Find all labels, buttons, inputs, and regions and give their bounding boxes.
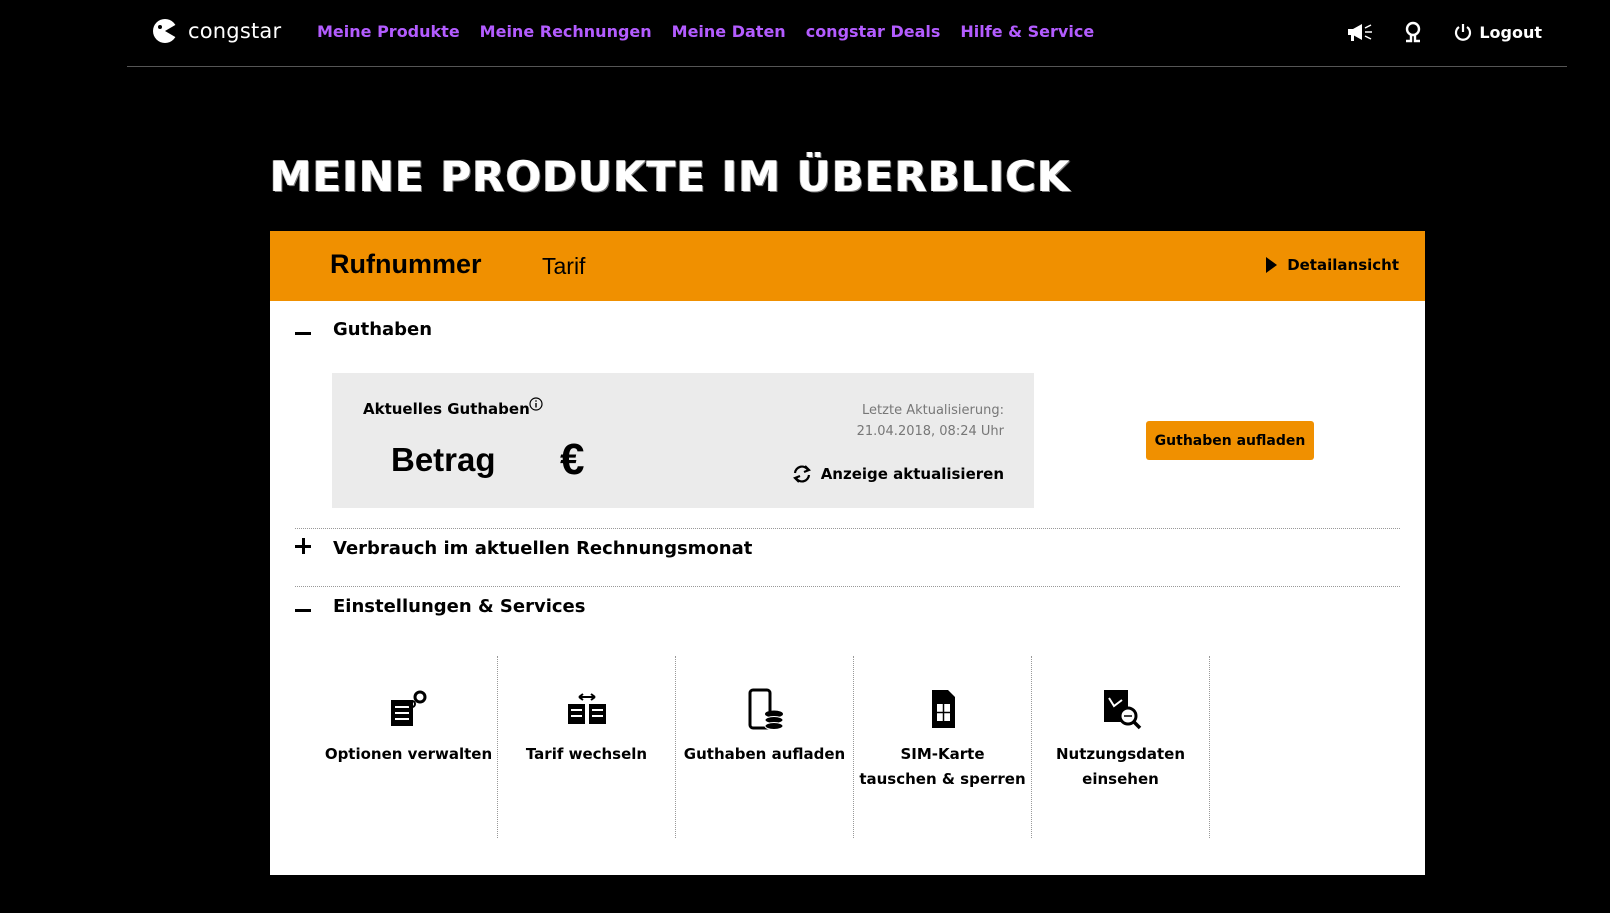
main-nav: Meine Produkte Meine Rechnungen Meine Da… bbox=[317, 22, 1094, 41]
info-icon[interactable] bbox=[529, 397, 543, 411]
header-tools: Logout bbox=[1345, 20, 1542, 44]
refresh-display-button[interactable]: Anzeige aktualisieren bbox=[791, 463, 1004, 485]
service-change-tariff[interactable]: Tarif wechseln bbox=[498, 656, 676, 838]
expand-plus-icon bbox=[295, 537, 333, 559]
topup-balance-button[interactable]: Guthaben aufladen bbox=[1146, 421, 1314, 460]
usage-section-heading: Verbrauch im aktuellen Rechnungsmonat bbox=[333, 537, 753, 559]
product-card: Rufnummer Tarif Detailansicht Guthaben A… bbox=[270, 231, 1425, 875]
collapse-minus-icon bbox=[295, 595, 333, 617]
last-update-label: Letzte Aktualisierung: bbox=[862, 403, 1004, 418]
nav-meine-daten[interactable]: Meine Daten bbox=[672, 22, 786, 41]
settings-section-heading: Einstellungen & Services bbox=[333, 595, 586, 617]
service-label: Tarif wechseln bbox=[525, 745, 648, 763]
service-label: SIM-Karte tauschen & sperren bbox=[859, 745, 1026, 788]
logout-button[interactable]: Logout bbox=[1453, 22, 1542, 42]
balance-amount: Betrag bbox=[391, 441, 496, 478]
play-arrow-icon bbox=[1266, 257, 1278, 273]
congstar-logo-icon bbox=[153, 19, 177, 43]
power-icon bbox=[1455, 24, 1472, 41]
megaphone-icon[interactable] bbox=[1345, 20, 1373, 44]
service-usage-data[interactable]: Nutzungsdaten einsehen bbox=[1032, 656, 1210, 838]
usage-data-icon bbox=[1103, 690, 1141, 730]
service-label: Nutzungsdaten einsehen bbox=[1055, 745, 1186, 788]
logout-label: Logout bbox=[1479, 22, 1542, 42]
tariff-label: Tarif bbox=[542, 253, 586, 279]
service-label: Optionen verwalten bbox=[324, 745, 493, 763]
balance-section-heading: Guthaben bbox=[333, 318, 433, 340]
collapse-minus-icon bbox=[295, 318, 333, 340]
service-manage-options[interactable]: Optionen verwalten bbox=[320, 656, 498, 838]
currency-symbol: € bbox=[560, 435, 585, 484]
product-card-header: Rufnummer Tarif Detailansicht bbox=[270, 231, 1425, 301]
last-update-info: Letzte Aktualisierung: 21.04.2018, 08:24… bbox=[857, 400, 1004, 442]
service-label: Guthaben aufladen bbox=[683, 745, 846, 763]
service-sim-card[interactable]: SIM-Karte tauschen & sperren bbox=[854, 656, 1032, 838]
logo-text: congstar bbox=[188, 19, 282, 43]
section-divider bbox=[295, 586, 1400, 587]
service-topup-balance[interactable]: Guthaben aufladen bbox=[676, 656, 854, 838]
page-title: Meine Produkte im Überblick bbox=[270, 152, 1071, 201]
nav-congstar-deals[interactable]: congstar Deals bbox=[806, 22, 941, 41]
detail-view-link[interactable]: Detailansicht bbox=[1266, 256, 1399, 274]
congstar-logo[interactable]: congstar bbox=[152, 18, 281, 44]
nav-meine-rechnungen[interactable]: Meine Rechnungen bbox=[480, 22, 652, 41]
balance-box: Aktuelles Guthaben Betrag € Letzte Aktua… bbox=[332, 373, 1034, 508]
detail-view-label: Detailansicht bbox=[1287, 256, 1399, 274]
settings-section-toggle[interactable]: Einstellungen & Services bbox=[295, 595, 585, 617]
nav-meine-produkte[interactable]: Meine Produkte bbox=[317, 22, 460, 41]
tariff-switch-icon bbox=[567, 693, 606, 724]
sim-card-icon bbox=[931, 690, 955, 728]
refresh-label: Anzeige aktualisieren bbox=[820, 465, 1004, 483]
current-balance-label: Aktuelles Guthaben bbox=[363, 400, 530, 418]
options-gear-icon bbox=[390, 690, 426, 726]
user-account-icon[interactable] bbox=[1399, 20, 1427, 44]
nav-hilfe-service[interactable]: Hilfe & Service bbox=[960, 22, 1094, 41]
phone-number-label: Rufnummer bbox=[330, 249, 482, 279]
top-navigation-bar: congstar Meine Produkte Meine Rechnungen… bbox=[127, 0, 1567, 67]
last-update-time: 21.04.2018, 08:24 Uhr bbox=[856, 424, 1004, 439]
balance-section-toggle[interactable]: Guthaben bbox=[295, 318, 432, 340]
refresh-icon bbox=[792, 465, 811, 483]
phone-coins-icon bbox=[748, 688, 783, 730]
section-divider bbox=[295, 528, 1400, 529]
usage-section-toggle[interactable]: Verbrauch im aktuellen Rechnungsmonat bbox=[295, 537, 752, 559]
services-grid: Optionen verwalten Tarif wechseln Guthab… bbox=[320, 656, 1210, 838]
